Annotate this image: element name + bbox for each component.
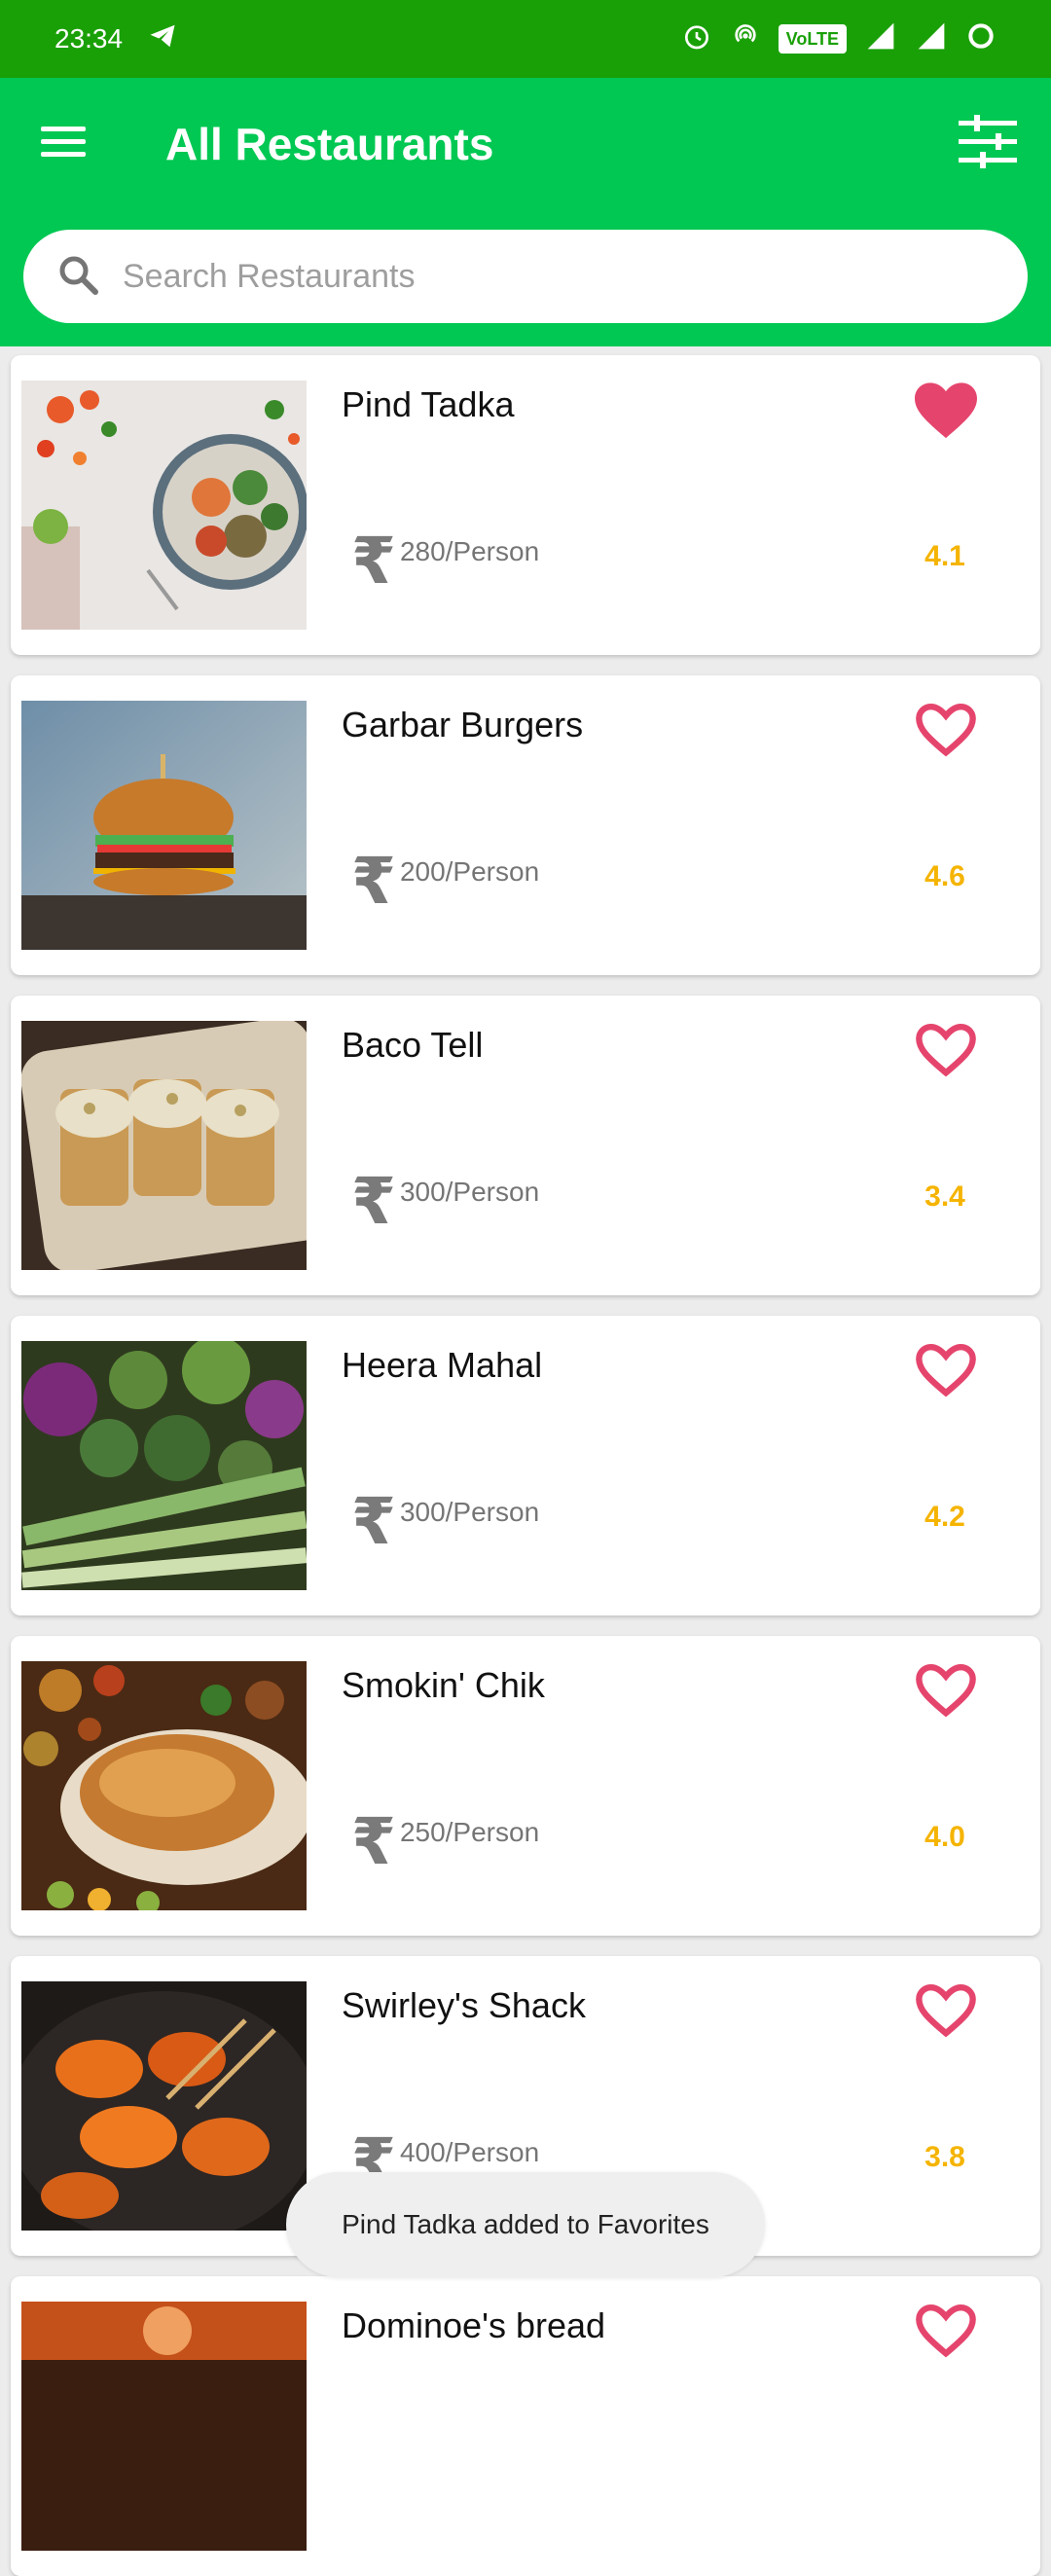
favorite-button[interactable]: [912, 1659, 980, 1722]
restaurant-price: ₹ 200/Person: [351, 849, 539, 913]
page-title: All Restaurants: [165, 119, 494, 169]
rupee-icon: ₹: [351, 845, 396, 917]
rupee-icon: ₹: [351, 1165, 396, 1237]
telegram-icon: [146, 21, 179, 57]
restaurant-card[interactable]: Dominoe's bread: [11, 2276, 1040, 2576]
heart-filled-icon: [912, 382, 980, 445]
favorite-button[interactable]: [912, 1019, 980, 1081]
toast-message: Pind Tadka added to Favorites: [286, 2172, 765, 2277]
search-icon: [54, 251, 101, 303]
favorite-button[interactable]: [912, 699, 980, 761]
search-bar[interactable]: [23, 230, 1028, 323]
price-text: 300/Person: [399, 1497, 540, 1527]
menu-icon: [41, 123, 86, 166]
favorite-button[interactable]: [912, 379, 980, 441]
restaurant-card[interactable]: Baco Tell ₹ 300/Person 3.4: [11, 996, 1040, 1295]
restaurant-rating: 4.2: [924, 1501, 965, 1533]
rupee-icon: ₹: [351, 525, 396, 597]
restaurant-card[interactable]: Pind Tadka ₹ 280/Person 4.1: [11, 355, 1040, 655]
battery-icon: [965, 20, 997, 58]
hotspot-icon: [730, 20, 761, 58]
restaurant-rating: 3.4: [924, 1180, 965, 1213]
favorite-button[interactable]: [912, 1339, 980, 1401]
app-bar: All Restaurants: [0, 78, 1051, 210]
heart-outline-icon: [912, 2304, 980, 2366]
price-text: 300/Person: [399, 1177, 540, 1207]
status-bar: 23:34 VoLTE: [0, 0, 1051, 78]
rupee-icon: ₹: [351, 1805, 396, 1877]
favorite-button[interactable]: [912, 2300, 980, 2362]
heart-outline-icon: [912, 1983, 980, 2046]
restaurant-price: ₹ 300/Person: [351, 1489, 539, 1553]
restaurant-name: Pind Tadka: [342, 384, 515, 424]
restaurant-name: Heera Mahal: [342, 1345, 543, 1385]
signal-icon: [915, 20, 948, 58]
price-text: 250/Person: [399, 1817, 540, 1847]
alarm-icon: [681, 20, 712, 58]
restaurant-name: Smokin' Chik: [342, 1665, 545, 1705]
restaurant-name: Baco Tell: [342, 1025, 484, 1065]
search-input[interactable]: [123, 257, 950, 296]
favorite-button[interactable]: [912, 1979, 980, 2042]
restaurant-name: Dominoe's bread: [342, 2305, 606, 2345]
restaurant-image: [21, 1981, 307, 2231]
restaurant-price: ₹ 300/Person: [351, 1169, 539, 1233]
heart-outline-icon: [912, 1343, 980, 1405]
restaurant-card[interactable]: Heera Mahal ₹ 300/Person 4.2: [11, 1316, 1040, 1615]
heart-outline-icon: [912, 1023, 980, 1085]
signal-4g-icon: [864, 20, 897, 58]
restaurant-name: Garbar Burgers: [342, 705, 584, 744]
restaurant-rating: 3.8: [924, 2141, 965, 2173]
heart-outline-icon: [912, 703, 980, 765]
restaurant-rating: 4.6: [924, 860, 965, 892]
restaurant-image: [21, 701, 307, 950]
restaurant-image: [21, 381, 307, 630]
menu-button[interactable]: [0, 78, 127, 210]
restaurant-rating: 4.1: [924, 540, 965, 572]
restaurant-image: [21, 1661, 307, 1910]
restaurant-image: [21, 1021, 307, 1270]
filter-icon: [959, 114, 1017, 174]
restaurant-image: [21, 1341, 307, 1590]
price-text: 400/Person: [399, 2137, 540, 2167]
heart-outline-icon: [912, 1663, 980, 1725]
restaurant-name: Swirley's Shack: [342, 1985, 586, 2025]
status-time: 23:34: [54, 23, 124, 54]
rupee-icon: ₹: [351, 1485, 396, 1557]
restaurant-price: ₹ 280/Person: [351, 528, 539, 593]
price-text: 200/Person: [399, 856, 540, 887]
restaurant-image: [21, 2302, 307, 2551]
volte-badge: VoLTE: [778, 24, 847, 54]
filter-button[interactable]: [924, 78, 1051, 210]
search-area: [0, 210, 1051, 346]
restaurant-price: ₹ 250/Person: [351, 1809, 539, 1873]
price-text: 280/Person: [399, 536, 540, 566]
restaurant-card[interactable]: Smokin' Chik ₹ 250/Person 4.0: [11, 1636, 1040, 1936]
restaurant-card[interactable]: Garbar Burgers ₹ 200/Person 4.6: [11, 675, 1040, 975]
restaurant-rating: 4.0: [924, 1821, 965, 1853]
